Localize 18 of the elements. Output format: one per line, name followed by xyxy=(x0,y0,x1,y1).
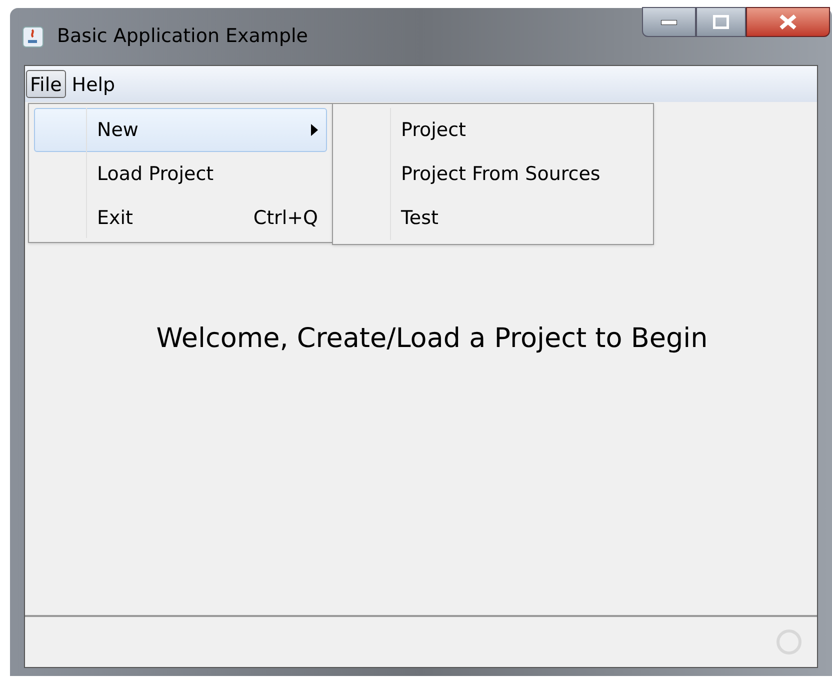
welcome-message: Welcome, Create/Load a Project to Begin xyxy=(156,322,708,356)
menu-item[interactable]: Exit Ctrl+Q xyxy=(34,196,327,240)
menu-item[interactable]: Load Project xyxy=(34,152,327,196)
busy-indicator-icon xyxy=(775,628,803,656)
minimize-icon xyxy=(661,20,677,24)
submenu-arrow-icon xyxy=(311,124,318,136)
menu-item[interactable]: Test xyxy=(338,196,648,240)
menu-bar-item[interactable]: File xyxy=(26,70,66,98)
menu-item[interactable]: Project From Sources xyxy=(338,152,648,196)
close-button[interactable] xyxy=(746,7,830,37)
menu-bar-item[interactable]: Help xyxy=(68,70,120,98)
menu-item[interactable]: New xyxy=(34,108,327,152)
close-icon xyxy=(779,14,797,30)
window-title: Basic Application Example xyxy=(57,24,308,50)
maximize-icon xyxy=(713,15,729,29)
minimize-button[interactable] xyxy=(642,7,696,37)
maximize-button[interactable] xyxy=(696,7,746,37)
menu-item[interactable]: Project xyxy=(338,108,648,152)
